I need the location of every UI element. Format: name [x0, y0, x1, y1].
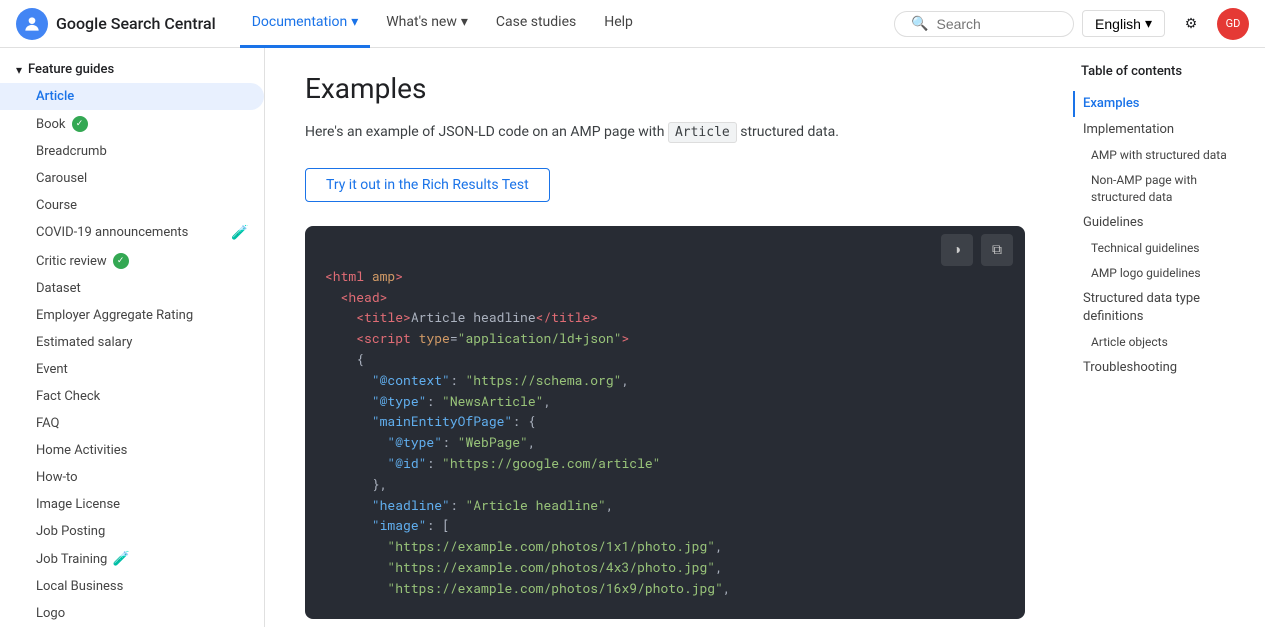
theme-toggle-button[interactable]: ◑ [941, 234, 973, 266]
nav-help[interactable]: Help [592, 0, 645, 48]
logo-text: Google Search Central [56, 14, 216, 33]
top-navigation: Google Search Central Documentation ▾ Wh… [0, 0, 1265, 48]
toc-title: Table of contents [1073, 64, 1257, 79]
try-rich-results-button[interactable]: Try it out in the Rich Results Test [305, 168, 550, 202]
sidebar-item-article[interactable]: Article [0, 83, 264, 110]
code-toolbar: ◑ ⧉ [929, 226, 1025, 274]
sidebar-item-local-business[interactable]: Local Business [0, 573, 264, 600]
copy-code-button[interactable]: ⧉ [981, 234, 1013, 266]
toc-examples[interactable]: Examples [1073, 91, 1257, 117]
nav-right: 🔍 English ▾ ⚙ GD [894, 6, 1249, 42]
search-input[interactable] [936, 16, 1057, 32]
sidebar-item-course[interactable]: Course [0, 192, 264, 219]
code-block: ◑ ⧉ <html amp> <head> <title>Article hea… [305, 226, 1025, 619]
sidebar-item-job-training[interactable]: Job Training 🧪 [0, 545, 264, 573]
section-heading: Examples [305, 72, 1025, 105]
chevron-down-icon: ▾ [351, 14, 358, 30]
toc-guidelines[interactable]: Guidelines [1073, 210, 1257, 236]
sidebar-item-logo[interactable]: Logo [0, 600, 264, 627]
main-layout: ▾ Feature guides Article Book ✓ Breadcru… [0, 48, 1265, 627]
gear-icon: ⚙ [1185, 16, 1198, 32]
sidebar-section-header[interactable]: ▾ Feature guides [0, 56, 264, 83]
sidebar-item-dataset[interactable]: Dataset [0, 275, 264, 302]
avatar-icon: GD [1226, 17, 1241, 30]
sidebar-item-book[interactable]: Book ✓ [0, 110, 264, 138]
code-tag: Article [668, 122, 737, 143]
sidebar-item-fact-check[interactable]: Fact Check [0, 383, 264, 410]
chevron-down-icon: ▾ [1145, 15, 1152, 32]
sidebar-item-event[interactable]: Event [0, 356, 264, 383]
logo-icon [16, 8, 48, 40]
nav-whats-new[interactable]: What's new ▾ [374, 0, 480, 48]
sidebar-item-critic-review[interactable]: Critic review ✓ [0, 247, 264, 275]
section-description: Here's an example of JSON-LD code on an … [305, 121, 1025, 144]
sidebar-item-employer[interactable]: Employer Aggregate Rating [0, 302, 264, 329]
main-content: Examples Here's an example of JSON-LD co… [265, 48, 1065, 627]
nav-documentation[interactable]: Documentation ▾ [240, 0, 371, 48]
toc-tech-guidelines[interactable]: Technical guidelines [1073, 236, 1257, 261]
sidebar-item-job-posting[interactable]: Job Posting [0, 518, 264, 545]
chevron-down-icon: ▾ [16, 63, 22, 77]
search-box[interactable]: 🔍 [894, 11, 1074, 37]
check-badge: ✓ [113, 253, 129, 269]
theme-icon: ◑ [953, 241, 961, 258]
copy-icon: ⧉ [992, 242, 1002, 258]
nav-case-studies[interactable]: Case studies [484, 0, 588, 48]
profile-button[interactable]: GD [1217, 8, 1249, 40]
flask-icon: 🧪 [232, 225, 248, 241]
nav-links: Documentation ▾ What's new ▾ Case studie… [240, 0, 894, 48]
code-content: <html amp> <head> <title>Article headlin… [305, 226, 1025, 619]
toc-sidebar: Table of contents Examples Implementatio… [1065, 48, 1265, 627]
toc-amp-logo[interactable]: AMP logo guidelines [1073, 261, 1257, 286]
check-badge: ✓ [72, 116, 88, 132]
logo-link[interactable]: Google Search Central [16, 8, 216, 40]
chevron-down-icon: ▾ [461, 14, 468, 30]
sidebar-item-how-to[interactable]: How-to [0, 464, 264, 491]
sidebar-item-carousel[interactable]: Carousel [0, 165, 264, 192]
toc-implementation[interactable]: Implementation [1073, 117, 1257, 143]
search-icon: 🔍 [911, 16, 928, 32]
toc-troubleshooting[interactable]: Troubleshooting [1073, 355, 1257, 381]
toc-amp-structured[interactable]: AMP with structured data [1073, 143, 1257, 168]
sidebar-item-image-license[interactable]: Image License [0, 491, 264, 518]
language-button[interactable]: English ▾ [1082, 10, 1165, 37]
toc-article-objects[interactable]: Article objects [1073, 330, 1257, 355]
flask-icon: 🧪 [113, 551, 129, 567]
sidebar-item-faq[interactable]: FAQ [0, 410, 264, 437]
toc-nonamp-structured[interactable]: Non-AMP page with structured data [1073, 168, 1257, 210]
sidebar-item-estimated-salary[interactable]: Estimated salary [0, 329, 264, 356]
settings-button[interactable]: ⚙ [1173, 6, 1209, 42]
sidebar-item-home-activities[interactable]: Home Activities [0, 437, 264, 464]
toc-structured-data-types[interactable]: Structured data type definitions [1073, 286, 1257, 330]
sidebar-item-breadcrumb[interactable]: Breadcrumb [0, 138, 264, 165]
left-sidebar: ▾ Feature guides Article Book ✓ Breadcru… [0, 48, 265, 627]
sidebar-item-covid[interactable]: COVID-19 announcements 🧪 [0, 219, 264, 247]
